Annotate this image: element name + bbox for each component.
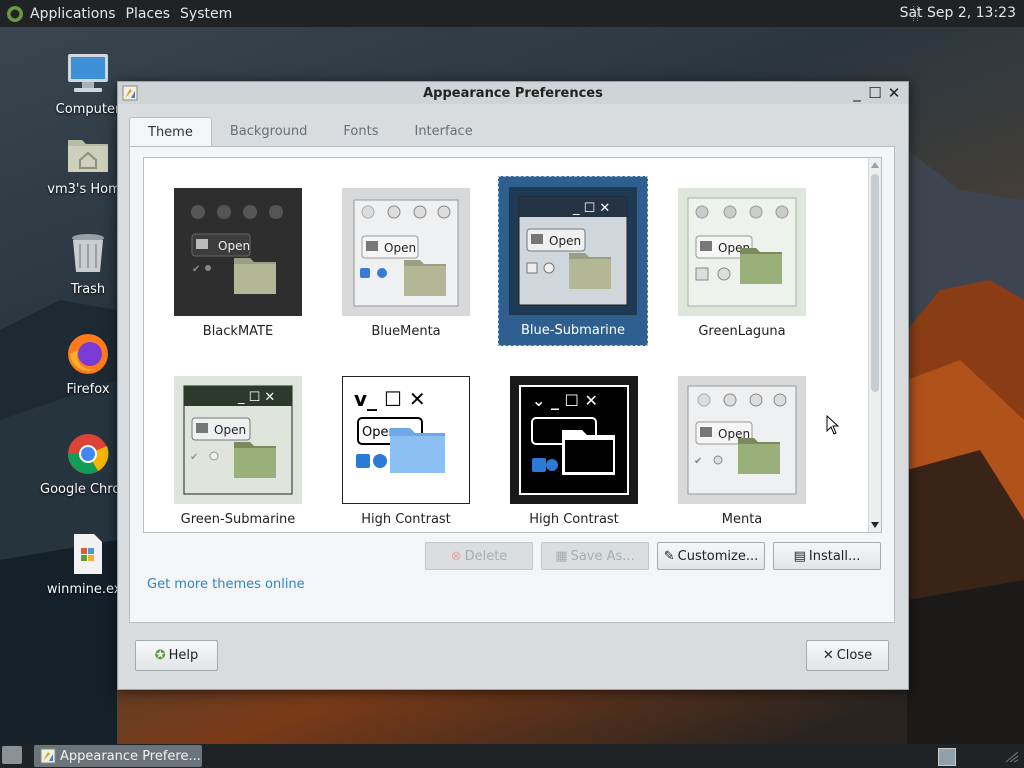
taskbar-item-label: Appearance Prefere...: [60, 748, 201, 764]
window-controls-glyphs: ⌄ _ ☐ ✕: [532, 391, 598, 410]
theme-preview: _ ☐ ✕ Open ✔: [174, 376, 302, 504]
theme-sample-label: Open: [214, 423, 246, 437]
get-more-themes-link[interactable]: Get more themes online: [147, 577, 305, 592]
firefox-icon: [68, 334, 108, 374]
theme-item-blackmate[interactable]: Open ✔ BlackMATE: [164, 178, 312, 346]
clock[interactable]: Sat Sep 2, 13:23: [900, 5, 1016, 21]
theme-preview: Open: [678, 188, 806, 316]
window-controls-glyphs: v_ ☐ ✕: [354, 387, 426, 411]
computer-icon: [68, 54, 108, 92]
theme-preview: Open ✔: [174, 188, 302, 316]
mouse-cursor-icon: [826, 415, 840, 435]
tab-background[interactable]: Background: [212, 117, 326, 147]
theme-name: Blue-Submarine: [520, 323, 626, 338]
trash-icon: [72, 234, 104, 272]
show-desktop-icon[interactable]: [2, 746, 22, 764]
delete-button-label: Delete: [464, 548, 508, 564]
save-as-button-label: Save As...: [570, 548, 635, 564]
check-icon: ✔: [192, 264, 200, 275]
tab-fonts[interactable]: Fonts: [325, 117, 396, 147]
appearance-preferences-window: Appearance Preferences _ ☐ ✕ Theme Backg…: [117, 81, 909, 690]
check-icon: ✔: [190, 452, 198, 463]
tab-interface[interactable]: Interface: [396, 117, 490, 147]
resize-grip-icon: [1005, 751, 1019, 763]
theme-list: Open ✔ BlackMATE Open BlueMenta _ ☐ ✕ Op…: [143, 157, 882, 533]
theme-preview: Open ✔: [678, 376, 806, 504]
theme-preview: ⌄ _ ☐ ✕: [510, 376, 638, 504]
theme-sample-label: Open: [384, 241, 416, 255]
theme-item-bluementa[interactable]: Open BlueMenta: [332, 178, 480, 346]
menu-applications[interactable]: Applications: [30, 6, 116, 22]
theme-item-blue-submarine[interactable]: _ ☐ ✕ Open Blue-Submarine: [498, 176, 648, 346]
scroll-down-icon[interactable]: [871, 522, 879, 528]
close-window-icon[interactable]: ✕: [885, 84, 903, 102]
top-panel: Applications Places System Sat Sep 2, 13…: [0, 0, 1024, 27]
window-title: Appearance Preferences: [423, 85, 603, 101]
workspace-switcher[interactable]: [938, 748, 956, 766]
theme-item-menta[interactable]: Open ✔ Menta: [668, 366, 816, 532]
theme-name: BlueMenta: [371, 324, 441, 339]
theme-preview: Open: [342, 188, 470, 316]
close-button[interactable]: ✕ Close: [806, 640, 889, 671]
scrollbar-thumb[interactable]: [871, 174, 879, 392]
customize-button[interactable]: ✎ Customize...: [657, 542, 765, 570]
minimize-icon[interactable]: _: [848, 84, 866, 102]
exe-file-icon: [74, 534, 102, 574]
save-as-button[interactable]: ▦ Save As...: [541, 542, 649, 570]
edit-icon: ✎: [663, 548, 675, 564]
theme-name: Green-Submarine: [180, 512, 296, 527]
theme-sample-label: Open: [218, 239, 250, 253]
maximize-icon[interactable]: ☐: [866, 84, 884, 102]
theme-name: GreenLaguna: [698, 324, 786, 339]
delete-icon: ⊗: [450, 548, 462, 564]
delete-button[interactable]: ⊗ Delete: [425, 542, 533, 570]
theme-name: Menta: [721, 512, 763, 527]
install-button-label: Install...: [808, 548, 861, 564]
chrome-icon: [68, 434, 109, 474]
theme-item-greenlaguna[interactable]: Open GreenLaguna: [668, 178, 816, 346]
taskbar-appearance-preferences[interactable]: Appearance Prefere...: [34, 745, 202, 767]
scroll-up-icon[interactable]: [871, 162, 879, 168]
install-icon: ▤: [793, 548, 806, 564]
theme-tab-page: Open ✔ BlackMATE Open BlueMenta _ ☐ ✕ Op…: [129, 146, 895, 623]
theme-item-green-submarine[interactable]: _ ☐ ✕ Open ✔ Green-Submarine: [164, 366, 312, 532]
help-icon: ✪: [154, 648, 166, 663]
menu-places[interactable]: Places: [126, 6, 171, 22]
appearance-app-icon: [122, 85, 138, 101]
appearance-app-icon: [40, 748, 56, 764]
close-button-label: Close: [836, 648, 873, 663]
customize-button-label: Customize...: [677, 548, 759, 564]
window-controls-glyphs: _ ☐ ✕: [572, 201, 610, 216]
window-titlebar[interactable]: Appearance Preferences _ ☐ ✕: [118, 82, 908, 104]
home-folder-icon: [68, 140, 108, 172]
menu-system[interactable]: System: [180, 6, 232, 22]
tab-bar: Theme Background Fonts Interface: [129, 117, 895, 148]
mate-logo-icon[interactable]: [6, 5, 24, 23]
help-button[interactable]: ✪ Help: [135, 640, 218, 671]
theme-item-high-contrast-inverse[interactable]: ⌄ _ ☐ ✕ High Contrast: [500, 366, 648, 532]
save-icon: ▦: [555, 548, 568, 564]
tab-theme[interactable]: Theme: [129, 117, 212, 148]
theme-item-high-contrast[interactable]: v_ ☐ ✕ Open High Contrast: [332, 366, 480, 532]
help-button-label: Help: [168, 648, 199, 663]
close-icon: ✕: [822, 648, 834, 663]
theme-name: High Contrast: [529, 512, 619, 527]
theme-preview: v_ ☐ ✕ Open: [342, 376, 470, 504]
theme-preview: _ ☐ ✕ Open: [509, 187, 637, 315]
preferences-notebook: Theme Background Fonts Interface Open ✔: [129, 117, 895, 623]
theme-name: High Contrast: [361, 512, 451, 527]
theme-list-scrollbar[interactable]: [868, 158, 881, 532]
check-icon: ✔: [694, 456, 702, 467]
theme-name: BlackMATE: [202, 324, 274, 339]
window-controls-glyphs: _ ☐ ✕: [237, 390, 275, 405]
install-button[interactable]: ▤ Install...: [773, 542, 881, 570]
theme-sample-label: Open: [549, 234, 581, 248]
